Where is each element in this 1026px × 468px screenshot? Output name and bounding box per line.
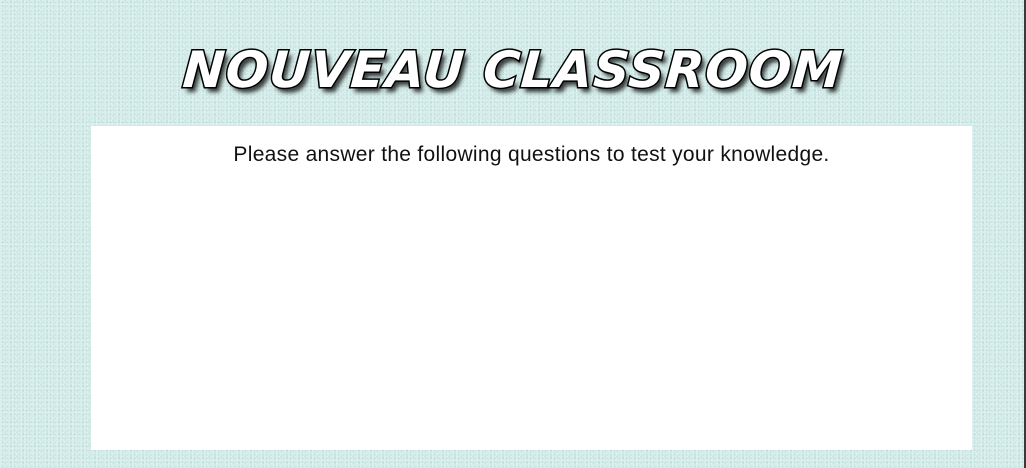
quiz-intro-text: Please answer the following questions to… [233, 143, 830, 166]
quiz-content-panel: Please answer the following questions to… [91, 126, 972, 450]
site-header: NOUVEAU CLASSROOM [0, 30, 1026, 110]
site-title: NOUVEAU CLASSROOM [179, 40, 846, 101]
